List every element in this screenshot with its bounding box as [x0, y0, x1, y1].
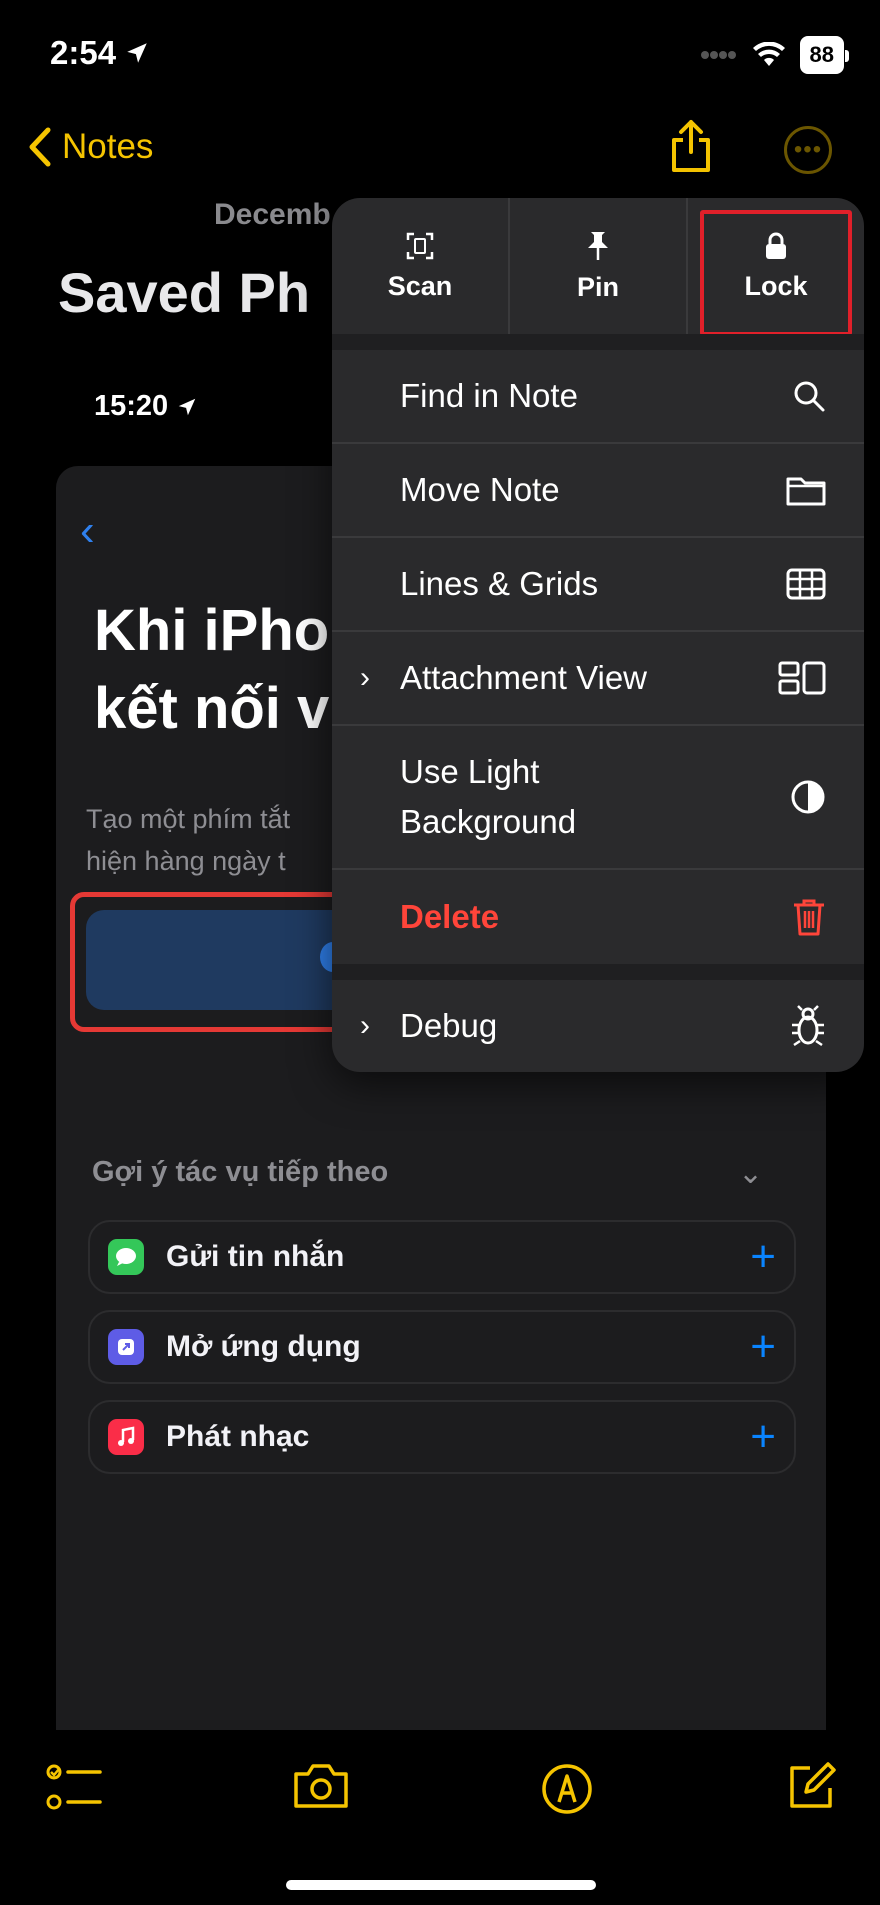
share-button[interactable]	[668, 118, 714, 179]
note-title: Saved Ph	[58, 261, 311, 324]
magnifier-icon	[794, 381, 825, 412]
suggestion-row: Mở ứng dụng +	[88, 1310, 796, 1384]
bug-icon	[792, 1005, 824, 1047]
menu-item-label: Delete	[400, 898, 500, 935]
grid-icon	[786, 568, 826, 600]
menu-item-lines-grids[interactable]: Lines & Grids	[332, 538, 864, 632]
trash-icon	[794, 899, 824, 936]
chevron-left-icon	[29, 127, 51, 167]
scan-label: Scan	[387, 270, 453, 301]
back-button[interactable]: Notes	[26, 126, 153, 168]
chevron-right-icon: ›	[360, 661, 370, 694]
status-time: 2:54	[50, 34, 150, 72]
chevron-right-icon: ›	[360, 1009, 370, 1042]
embedded-back-chevron-icon: ‹	[80, 506, 95, 555]
note-actions-menu: Scan Pin Lock Find in Note Move Note Lin…	[332, 198, 864, 1072]
embedded-description: Tạo một phím tắt hiện hàng ngày t	[86, 804, 291, 876]
folder-icon	[786, 477, 826, 506]
menu-separator	[332, 964, 864, 980]
music-icon	[108, 1419, 144, 1455]
menu-item-attachment-view[interactable]: › Attachment View	[332, 632, 864, 726]
compose-button[interactable]	[786, 1762, 836, 1817]
menu-separator	[332, 334, 864, 350]
home-indicator[interactable]	[286, 1880, 596, 1890]
embedded-time-text: 15:20	[94, 390, 169, 422]
status-time-text: 2:54	[50, 34, 117, 71]
location-arrow-icon	[127, 43, 147, 63]
scan-icon	[406, 232, 434, 259]
note-date: Decemb	[214, 198, 331, 231]
menu-item-label: Attachment View	[400, 659, 648, 696]
camera-icon	[294, 1764, 348, 1808]
compose-icon	[790, 1762, 836, 1808]
menu-item-use-light-background[interactable]: Use Light Background	[332, 726, 864, 870]
more-options-button[interactable]: •••	[784, 126, 832, 174]
menu-item-label: Use Light Background	[400, 753, 577, 840]
messages-icon	[108, 1239, 144, 1275]
pin-button[interactable]: Pin	[510, 198, 688, 334]
menu-item-label: Find in Note	[400, 377, 578, 414]
menu-item-delete[interactable]: Delete	[332, 870, 864, 964]
scan-button[interactable]: Scan	[332, 198, 510, 334]
suggestion-row: Gửi tin nhắn +	[88, 1220, 796, 1294]
contrast-icon	[791, 780, 825, 814]
menu-item-move-note[interactable]: Move Note	[332, 444, 864, 538]
checklist-icon	[46, 1764, 102, 1810]
suggestion-row: Phát nhạc +	[88, 1400, 796, 1474]
suggestion-label: Phát nhạc	[166, 1420, 310, 1453]
plus-icon: +	[750, 1232, 776, 1281]
cellular-signal-icon	[700, 51, 736, 59]
menu-item-find-in-note[interactable]: Find in Note	[332, 350, 864, 444]
embedded-time: 15:20	[94, 390, 198, 423]
attachment-view-icon	[778, 661, 826, 695]
ellipsis-icon: •••	[793, 136, 823, 163]
suggestion-label: Mở ứng dụng	[166, 1330, 361, 1363]
menu-item-label: Move Note	[400, 471, 560, 508]
menu-item-label: Debug	[400, 1007, 498, 1044]
plus-icon: +	[750, 1412, 776, 1461]
open-app-icon	[108, 1329, 144, 1365]
wifi-icon	[752, 42, 785, 66]
battery-indicator: 88	[799, 36, 850, 74]
camera-button[interactable]	[292, 1762, 350, 1815]
checklist-button[interactable]	[46, 1762, 102, 1819]
markup-button[interactable]	[540, 1762, 594, 1821]
menu-item-debug[interactable]: › Debug	[332, 980, 864, 1072]
pin-icon	[588, 231, 608, 260]
chevron-down-icon: ⌄	[738, 1157, 764, 1190]
share-icon	[672, 120, 710, 172]
status-indicators: 88	[700, 36, 850, 74]
lock-highlight-frame	[700, 210, 852, 336]
plus-icon: +	[750, 1322, 776, 1371]
embedded-heading: Khi iPho kết nối v	[94, 598, 330, 741]
suggestion-label: Gửi tin nhắn	[166, 1240, 345, 1273]
suggestions-header: Gợi ý tác vụ tiếp theo	[92, 1156, 389, 1188]
location-arrow-icon	[178, 398, 196, 415]
pen-markup-icon	[542, 1764, 592, 1814]
menu-item-label: Lines & Grids	[400, 565, 599, 602]
back-label: Notes	[62, 127, 154, 166]
pin-label: Pin	[576, 271, 619, 302]
